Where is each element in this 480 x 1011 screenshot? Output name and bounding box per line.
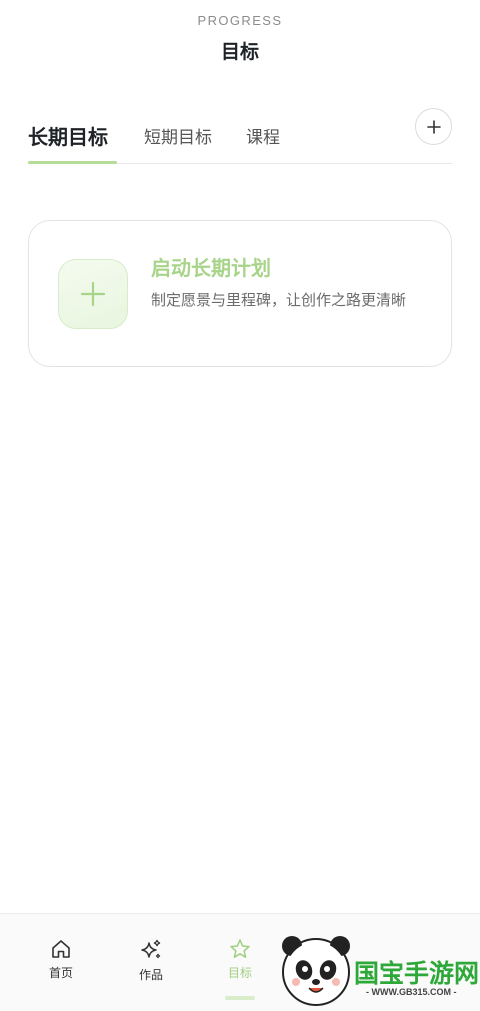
- start-plan-add-button[interactable]: [58, 259, 128, 329]
- tab-label: 课程: [246, 127, 280, 148]
- plus-icon: [80, 281, 106, 307]
- nav-home[interactable]: 首页: [31, 938, 91, 994]
- site-watermark: 国宝手游网 - WWW.GB315.COM -: [266, 930, 480, 1010]
- watermark-brand: 国宝手游网: [354, 959, 480, 988]
- page-title: 目标: [220, 41, 259, 63]
- start-plan-description: 制定愿景与里程碑，让创作之路更清晰: [151, 291, 407, 309]
- panda-logo-icon: [282, 936, 350, 1006]
- sparkle-icon: [141, 939, 161, 959]
- nav-active-indicator: [225, 996, 255, 1000]
- nav-goals[interactable]: 目标: [210, 938, 270, 994]
- start-plan-card[interactable]: 启动长期计划 制定愿景与里程碑，让创作之路更清晰: [28, 220, 452, 367]
- nav-label: 首页: [48, 966, 73, 980]
- nav-label: 目标: [227, 966, 252, 980]
- plus-icon: [426, 119, 441, 134]
- page-eyebrow: PROGRESS: [197, 13, 283, 28]
- watermark-url: - WWW.GB315.COM -: [366, 987, 457, 997]
- tab-label: 长期目标: [28, 124, 108, 149]
- tab-short-term[interactable]: 短期目标: [144, 107, 212, 163]
- nav-label: 作品: [138, 968, 163, 982]
- tab-long-term[interactable]: 长期目标: [28, 107, 117, 164]
- nav-works[interactable]: 作品: [121, 938, 181, 994]
- page-header: PROGRESS 目标: [0, 0, 480, 80]
- tab-label: 短期目标: [144, 127, 212, 148]
- star-icon: [230, 939, 250, 958]
- goal-tabs: 长期目标 短期目标 课程: [28, 108, 452, 164]
- start-plan-title: 启动长期计划: [151, 256, 271, 280]
- home-icon: [52, 940, 70, 958]
- add-goal-button[interactable]: [415, 108, 452, 145]
- tab-courses[interactable]: 课程: [246, 107, 280, 163]
